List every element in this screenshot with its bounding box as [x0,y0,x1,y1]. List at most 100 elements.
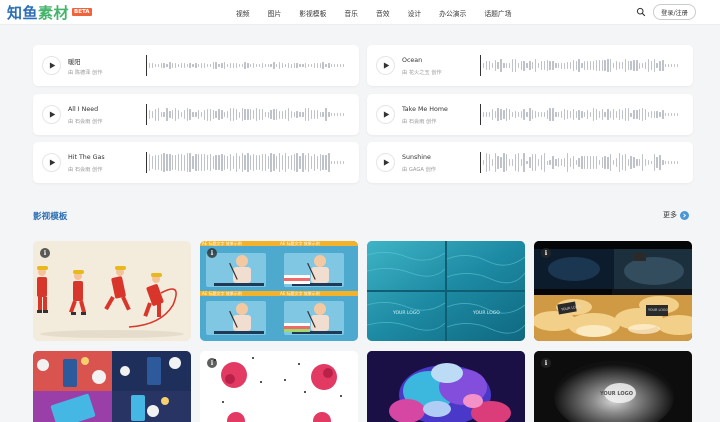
template-card-interview-grid[interactable]: i AE 标题文字 效果示例 AE 标题文字 效果示例 AE 标题文字 效果示例… [200,241,358,341]
audio-title[interactable]: Take Me Home [402,106,448,113]
info-icon[interactable]: i [541,358,551,368]
login-register-button[interactable]: 登录/注册 [653,4,696,20]
waveform-bar [313,63,316,68]
waveform-bar [267,63,269,68]
audio-title[interactable]: 暖阳 [68,57,81,66]
waveform-bar [241,107,243,122]
nav-sound-effect[interactable]: 音效 [376,8,390,18]
info-icon[interactable]: i [207,358,217,368]
audio-waveform[interactable] [480,103,686,126]
audio-card-4[interactable]: Take Me Home 由 石会雨 创作 [367,94,693,135]
template-card-ink-explosion[interactable] [367,351,525,422]
info-icon[interactable]: i [40,248,50,258]
audio-waveform[interactable] [146,103,352,126]
waveform-bar [189,63,191,68]
nav-video[interactable]: 视频 [236,8,250,18]
waveform-bar [232,155,235,170]
audio-card-5[interactable]: Hit The Gas 由 石会雨 创作 [33,142,359,183]
nav-music[interactable]: 音乐 [344,8,358,18]
waveform-bar [523,108,525,121]
nav-design[interactable]: 设计 [408,8,422,18]
waveform-bar [630,61,632,70]
template-card-smoke-logo[interactable]: i YOUR LOGO [534,351,692,422]
audio-title[interactable]: Hit The Gas [68,154,105,161]
waveform-bar [520,158,522,167]
waveform-bar [535,110,537,119]
waveform-bar [627,61,629,70]
waveform-bar [581,63,583,68]
audio-waveform[interactable] [480,54,686,77]
nav-image[interactable]: 图片 [268,8,282,18]
template-card-firefighters[interactable]: i [33,241,191,341]
audio-author[interactable]: 由 GAGA 创作 [402,166,436,173]
audio-author[interactable]: 由 石会雨 创作 [402,118,436,125]
audio-card-2[interactable]: Ocean 由 花火之玉 创作 [367,45,693,86]
waveform-bar [238,111,240,118]
waveform-bar [506,63,508,68]
audio-waveform[interactable] [146,54,352,77]
waveform-bar [639,108,641,121]
waveform-bar [149,63,151,68]
waveform-bar [307,64,310,67]
waveform-bar [310,109,313,120]
nav-topic-square[interactable]: 话题广场 [484,8,511,18]
waveform-bar [244,108,246,121]
audio-title[interactable]: Ocean [402,57,422,64]
waveform-bar [273,108,275,121]
template-card-pink-circles[interactable]: i [200,351,358,422]
waveform-bar [279,152,281,173]
waveform-bar [203,109,206,120]
play-button[interactable] [376,56,395,75]
waveform-bar [279,62,281,69]
audio-card-6[interactable]: Sunshine 由 GAGA 创作 [367,142,693,183]
waveform-bar [673,161,676,164]
play-button[interactable] [376,105,395,124]
waveform-bar [584,61,586,70]
arrow-right-icon[interactable] [680,210,689,220]
audio-author[interactable]: 由 石会雨 创作 [68,166,102,173]
waveform-bar [552,61,554,70]
waveform-bar [483,63,485,68]
waveform-bar [189,109,191,120]
more-link[interactable]: 更多 [663,210,689,220]
search-icon[interactable] [636,7,646,17]
waveform-bar [258,64,261,67]
audio-card-1[interactable]: 暖阳 由 陈德泽 创作 [33,45,359,86]
waveform-bar [624,154,626,171]
waveform-bar [529,107,531,122]
template-card-ocean-logo[interactable]: YOUR LOGO YOUR LOGO [367,241,525,341]
play-button[interactable] [42,153,61,172]
play-button[interactable] [376,153,395,172]
info-icon[interactable]: i [541,248,551,258]
waveform-bar [336,64,339,67]
waveform-bar [270,64,272,67]
info-icon[interactable]: i [207,248,217,258]
template-card-phones[interactable] [33,351,191,422]
audio-author[interactable]: 由 花火之玉 创作 [402,69,442,76]
template-card-cloud-logo[interactable]: i YOUR LOGO YOUR LOGO [534,241,692,341]
nav-film-template[interactable]: 影视模板 [299,8,326,18]
nav-office[interactable]: 办公演示 [439,8,466,18]
more-label[interactable]: 更多 [663,210,677,220]
audio-author[interactable]: 由 陈德泽 创作 [68,69,102,76]
waveform-bar [276,109,278,120]
waveform-bar [491,159,493,166]
waveform-bar [218,109,220,120]
waveform-bar [613,62,615,69]
play-button[interactable] [42,56,61,75]
play-button[interactable] [42,105,61,124]
waveform-bar [644,158,647,167]
audio-waveform[interactable] [480,151,686,174]
site-logo[interactable]: 知鱼 素材 BETA [7,2,92,22]
waveform-bar [563,108,566,121]
waveform-bar [503,153,505,172]
audio-waveform[interactable] [146,151,352,174]
audio-title[interactable]: All I Need [68,106,98,113]
waveform-bar [641,154,644,171]
waveform-bar [183,62,185,69]
audio-author[interactable]: 由 石会雨 创作 [68,118,102,125]
audio-title[interactable]: Sunshine [402,154,431,161]
audio-card-3[interactable]: All I Need 由 石会雨 创作 [33,94,359,135]
waveform-bar [195,62,197,69]
waveform-bar [316,155,318,170]
